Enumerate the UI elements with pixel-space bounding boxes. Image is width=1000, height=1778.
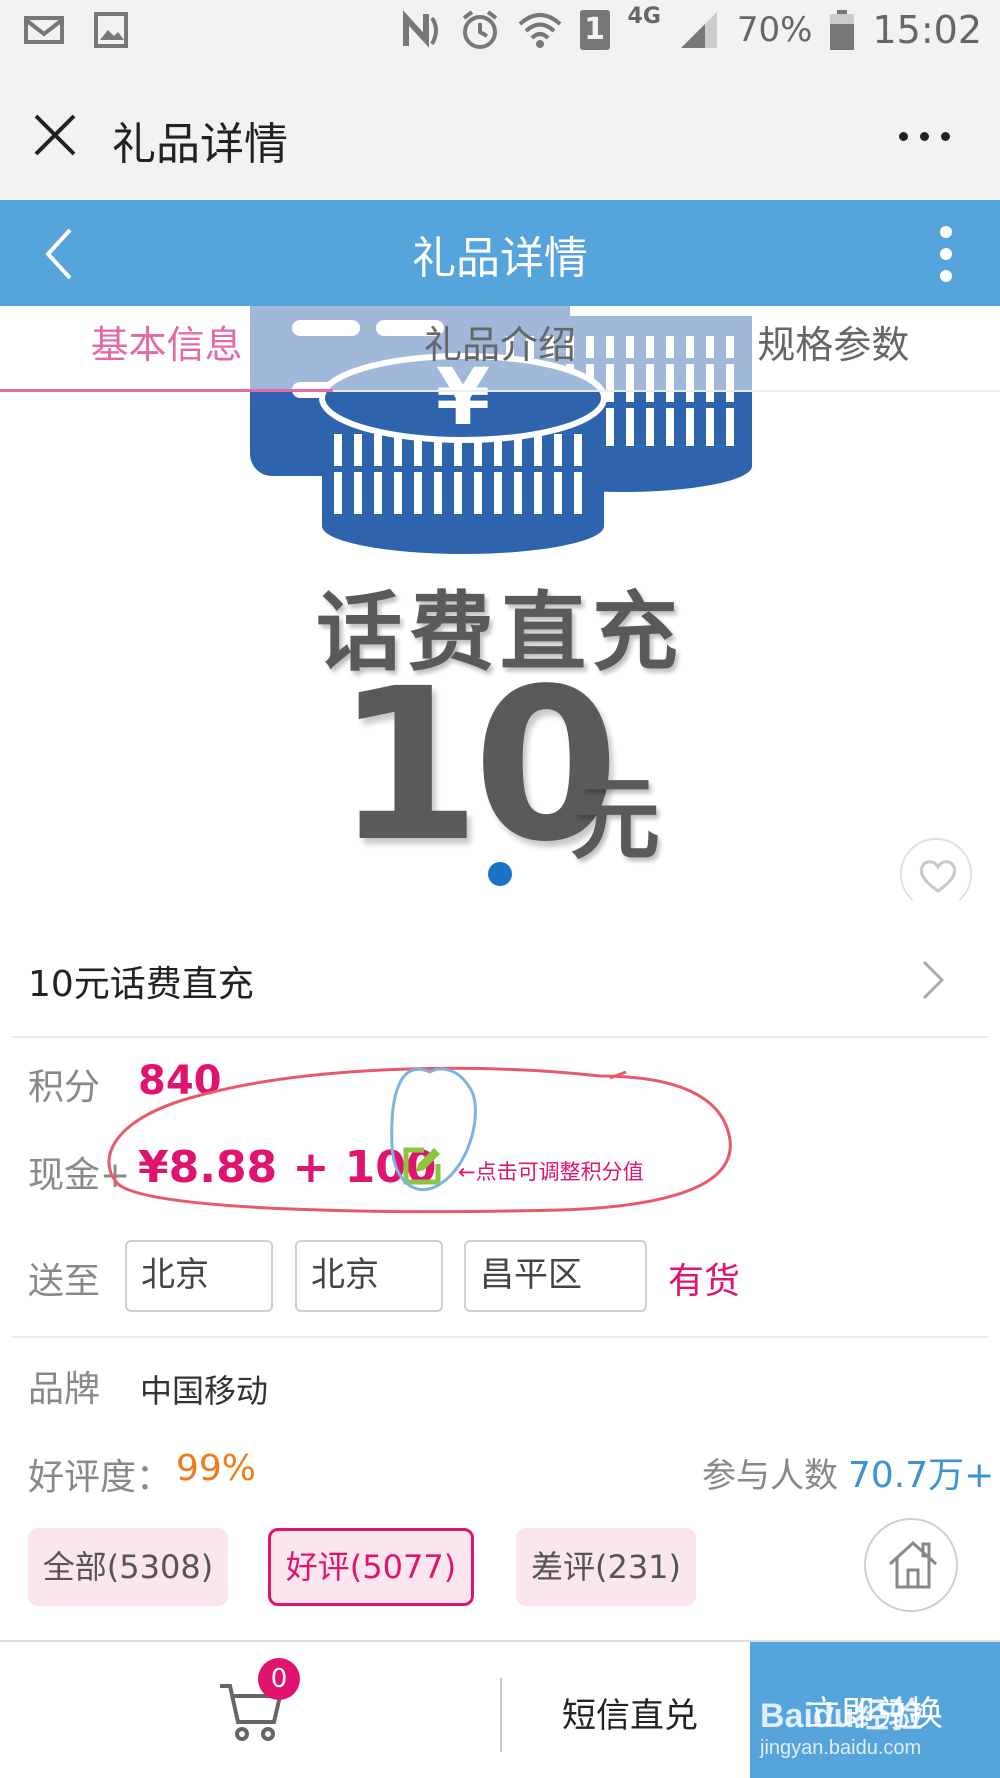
stock-status: 有货 — [668, 1261, 741, 1302]
more-horizontal-icon[interactable] — [899, 132, 950, 141]
points-value: 840 — [138, 1058, 222, 1104]
close-icon[interactable] — [30, 110, 80, 160]
webview-header: 礼品详情 — [0, 72, 1000, 200]
signal-icon — [680, 12, 717, 48]
clock: 15:02 — [872, 8, 982, 52]
cash-value: ¥8.88 + 100 — [138, 1142, 437, 1193]
divider — [12, 1036, 988, 1038]
page-title: 礼品详情 — [412, 233, 588, 284]
status-bar: 1 4G 70% 15:02 — [0, 0, 1000, 72]
province-select[interactable]: 北京 — [125, 1240, 273, 1312]
tab-specs[interactable]: 规格参数 — [667, 306, 1000, 390]
brand-value: 中国移动 — [140, 1372, 269, 1410]
edit-icon[interactable] — [400, 1144, 444, 1188]
detail-tabs: 基本信息 礼品介绍 规格参数 — [0, 306, 1000, 392]
home-icon — [888, 1540, 938, 1589]
participants-value: 70.7万+ — [848, 1455, 995, 1496]
carousel-indicator[interactable] — [488, 862, 512, 886]
alarm-icon — [462, 10, 497, 49]
participants-label: 参与人数 — [702, 1456, 838, 1496]
battery-percent: 70% — [736, 10, 813, 50]
points-label: 积分 — [28, 1067, 101, 1108]
rating-label: 好评度： — [28, 1457, 173, 1498]
more-vertical-icon[interactable] — [940, 226, 952, 282]
home-button[interactable] — [864, 1518, 958, 1612]
product-title[interactable]: 10元话费直充 — [28, 955, 254, 1007]
sms-redeem-button[interactable]: 短信直兑 — [562, 1688, 698, 1737]
review-filter-all[interactable]: 全部(5308) — [28, 1528, 228, 1606]
cart-count-badge: 0 — [258, 1658, 300, 1700]
city-select[interactable]: 北京 — [295, 1240, 443, 1312]
sim-icon: 1 — [579, 10, 610, 50]
adjust-points-hint: ←点击可调整积分值 — [458, 1160, 644, 1184]
cash-label: 现金+ — [28, 1155, 131, 1196]
brand-label: 品牌 — [28, 1369, 101, 1410]
delivery-label: 送至 — [28, 1261, 101, 1302]
app-header: 礼品详情 — [0, 200, 1000, 306]
watermark-brand: Baidu经验 — [760, 1697, 923, 1735]
battery-icon — [830, 10, 855, 50]
nfc-icon — [402, 10, 438, 48]
review-filter-positive[interactable]: 好评(5077) — [268, 1528, 474, 1606]
image-icon — [94, 12, 128, 48]
favorite-button[interactable] — [900, 838, 972, 900]
network-type: 4G — [627, 3, 661, 29]
heart-icon — [919, 860, 957, 893]
review-filter-negative[interactable]: 差评(231) — [516, 1528, 696, 1606]
watermark-url: jingyan.baidu.com — [760, 1737, 922, 1759]
tab-gift-intro[interactable]: 礼品介绍 — [333, 306, 666, 390]
divider — [500, 1678, 502, 1752]
district-select[interactable]: 昌平区 — [464, 1240, 647, 1312]
chevron-right-icon[interactable] — [918, 958, 948, 1002]
divider — [12, 1336, 988, 1338]
banner-unit: 元 — [570, 767, 660, 872]
mail-icon — [24, 16, 64, 44]
webview-title: 礼品详情 — [112, 119, 288, 170]
wifi-icon — [518, 13, 561, 48]
product-banner[interactable]: ¥ 话费直充 10 元 — [0, 306, 1000, 900]
watermark: Baidu经验 jingyan.baidu.com — [760, 1688, 922, 1760]
tab-basic-info[interactable]: 基本信息 — [0, 306, 334, 392]
rating-value: 99% — [176, 1448, 257, 1489]
